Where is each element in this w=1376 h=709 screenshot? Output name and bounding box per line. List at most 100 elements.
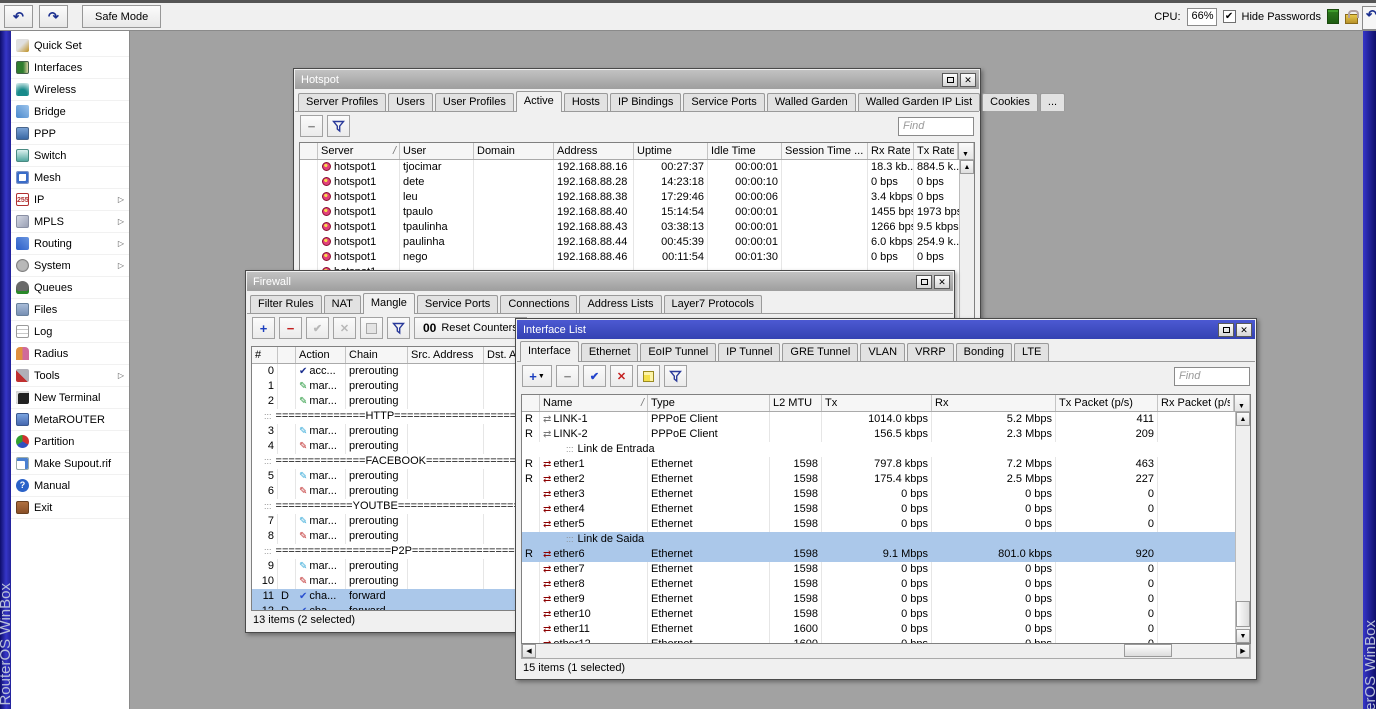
safe-mode-button[interactable]: Safe Mode bbox=[82, 5, 161, 28]
table-row[interactable]: ⇄ether9Ethernet15980 bps0 bps0 bbox=[522, 592, 1250, 607]
column-header-l2mtu[interactable]: L2 MTU bbox=[770, 395, 822, 411]
sidebar-item-ip[interactable]: 255IP▷ bbox=[11, 189, 129, 211]
comment-button[interactable] bbox=[637, 365, 660, 387]
table-row[interactable]: hotspot1leu192.168.88.3817:29:4600:00:06… bbox=[300, 190, 974, 205]
sidebar-item-tools[interactable]: Tools▷ bbox=[11, 365, 129, 387]
table-row[interactable]: R⇄LINK-1PPPoE Client1014.0 kbps5.2 Mbps4… bbox=[522, 412, 1250, 427]
table-row[interactable]: R⇄ether1Ethernet1598797.8 kbps7.2 Mbps46… bbox=[522, 457, 1250, 472]
column-header-flag[interactable] bbox=[522, 395, 540, 411]
sidebar-item-ppp[interactable]: PPP bbox=[11, 123, 129, 145]
close-button[interactable]: ✕ bbox=[1236, 323, 1252, 337]
column-header-server[interactable]: Server/ bbox=[318, 143, 400, 159]
table-row[interactable]: R⇄ether2Ethernet1598175.4 kbps2.5 Mbps22… bbox=[522, 472, 1250, 487]
table-row[interactable]: hotspot1paulinha192.168.88.4400:45:3900:… bbox=[300, 235, 974, 250]
disable-button[interactable]: ✕ bbox=[333, 317, 356, 339]
column-header-src[interactable]: Src. Address bbox=[408, 347, 484, 363]
tab-address-lists[interactable]: Address Lists bbox=[579, 295, 661, 313]
hide-passwords-checkbox[interactable]: ✔ bbox=[1223, 10, 1236, 23]
find-input[interactable] bbox=[1174, 367, 1250, 386]
comment-row[interactable]: :::Link de Saida bbox=[522, 532, 1250, 547]
remove-button[interactable]: − bbox=[300, 115, 323, 137]
interface-list-titlebar[interactable]: Interface List ✕ bbox=[517, 320, 1255, 339]
column-header-action[interactable]: Action bbox=[296, 347, 346, 363]
sidebar-item-exit[interactable]: Exit bbox=[11, 497, 129, 519]
tab-interface[interactable]: Interface bbox=[520, 341, 579, 362]
undo-button[interactable]: ↶ bbox=[4, 5, 33, 28]
table-row[interactable]: ⇄ether8Ethernet15980 bps0 bps0 bbox=[522, 577, 1250, 592]
tab-blank[interactable]: ... bbox=[1040, 93, 1065, 111]
column-header-tx-rate[interactable]: Tx Rate bbox=[914, 143, 958, 159]
tab-lte[interactable]: LTE bbox=[1014, 343, 1049, 361]
disable-button[interactable]: ✕ bbox=[610, 365, 633, 387]
scrollbar-thumb[interactable] bbox=[1124, 644, 1172, 657]
column-header-address[interactable]: Address bbox=[554, 143, 634, 159]
sidebar-item-queues[interactable]: Queues bbox=[11, 277, 129, 299]
column-select-button[interactable]: ▼ bbox=[1234, 395, 1250, 411]
redo-button[interactable]: ↷ bbox=[39, 5, 68, 28]
column-header-name[interactable]: Name/ bbox=[540, 395, 648, 411]
find-input[interactable] bbox=[898, 117, 974, 136]
column-header-rx[interactable]: Rx bbox=[932, 395, 1056, 411]
firewall-titlebar[interactable]: Firewall ✕ bbox=[247, 272, 953, 291]
scroll-right-button[interactable]: ▶ bbox=[1236, 644, 1250, 658]
table-row[interactable]: ⇄ether12Ethernet16000 bps0 bps0 bbox=[522, 637, 1250, 644]
tab-service-ports[interactable]: Service Ports bbox=[417, 295, 498, 313]
remove-button[interactable]: − bbox=[279, 317, 302, 339]
column-header-tx[interactable]: Tx bbox=[822, 395, 932, 411]
table-row[interactable]: R⇄ether6Ethernet15989.1 Mbps801.0 kbps92… bbox=[522, 547, 1250, 562]
sidebar-item-routing[interactable]: Routing▷ bbox=[11, 233, 129, 255]
sidebar-item-files[interactable]: Files bbox=[11, 299, 129, 321]
tab-user-profiles[interactable]: User Profiles bbox=[435, 93, 514, 111]
tab-eoip-tunnel[interactable]: EoIP Tunnel bbox=[640, 343, 716, 361]
sidebar-item-make-supout-rif[interactable]: Make Supout.rif bbox=[11, 453, 129, 475]
column-header-txp[interactable]: Tx Packet (p/s) bbox=[1056, 395, 1158, 411]
sidebar-item-manual[interactable]: ?Manual bbox=[11, 475, 129, 497]
remove-button[interactable]: − bbox=[556, 365, 579, 387]
enable-button[interactable]: ✔ bbox=[306, 317, 329, 339]
close-button[interactable]: ✕ bbox=[934, 275, 950, 289]
sidebar-item-log[interactable]: Log bbox=[11, 321, 129, 343]
comment-row[interactable]: :::Link de Entrada bbox=[522, 442, 1250, 457]
column-header-session-time[interactable]: Session Time ... bbox=[782, 143, 868, 159]
tab-connections[interactable]: Connections bbox=[500, 295, 577, 313]
sidebar-item-mpls[interactable]: MPLS▷ bbox=[11, 211, 129, 233]
hotspot-titlebar[interactable]: Hotspot ✕ bbox=[295, 70, 979, 89]
enable-button[interactable]: ✔ bbox=[583, 365, 606, 387]
tab-ip-tunnel[interactable]: IP Tunnel bbox=[718, 343, 780, 361]
scrollbar-thumb[interactable] bbox=[1236, 601, 1250, 627]
column-header-uptime[interactable]: Uptime bbox=[634, 143, 708, 159]
sidebar-item-radius[interactable]: Radius bbox=[11, 343, 129, 365]
tab-walled-garden[interactable]: Walled Garden bbox=[767, 93, 856, 111]
table-row[interactable]: ⇄ether4Ethernet15980 bps0 bps0 bbox=[522, 502, 1250, 517]
scroll-up-button[interactable]: ▲ bbox=[960, 160, 974, 174]
tab-bonding[interactable]: Bonding bbox=[956, 343, 1012, 361]
sidebar-item-system[interactable]: System▷ bbox=[11, 255, 129, 277]
tab-active[interactable]: Active bbox=[516, 91, 562, 112]
scroll-down-button[interactable]: ▼ bbox=[1236, 629, 1250, 643]
horizontal-scrollbar[interactable]: ◀ ▶ bbox=[521, 644, 1251, 659]
filter-button[interactable] bbox=[664, 365, 687, 387]
table-row[interactable]: ⇄ether3Ethernet15980 bps0 bps0 bbox=[522, 487, 1250, 502]
tab-users[interactable]: Users bbox=[388, 93, 433, 111]
column-header-user[interactable]: User bbox=[400, 143, 474, 159]
tab-ethernet[interactable]: Ethernet bbox=[581, 343, 639, 361]
filter-button[interactable] bbox=[387, 317, 410, 339]
table-row[interactable]: hotspot1nego192.168.88.4600:11:5400:01:3… bbox=[300, 250, 974, 265]
tab-ip-bindings[interactable]: IP Bindings bbox=[610, 93, 681, 111]
sidebar-item-quick-set[interactable]: Quick Set bbox=[11, 35, 129, 57]
column-header-chain[interactable]: Chain bbox=[346, 347, 408, 363]
filter-button[interactable] bbox=[327, 115, 350, 137]
scroll-left-button[interactable]: ◀ bbox=[522, 644, 536, 658]
table-row[interactable]: R⇄LINK-2PPPoE Client156.5 kbps2.3 Mbps20… bbox=[522, 427, 1250, 442]
table-row[interactable]: ⇄ether11Ethernet16000 bps0 bps0 bbox=[522, 622, 1250, 637]
table-row[interactable]: ⇄ether10Ethernet15980 bps0 bps0 bbox=[522, 607, 1250, 622]
tab-vrrp[interactable]: VRRP bbox=[907, 343, 954, 361]
tab-cookies[interactable]: Cookies bbox=[982, 93, 1038, 111]
sidebar-item-wireless[interactable]: Wireless bbox=[11, 79, 129, 101]
vertical-scrollbar[interactable]: ▲ bbox=[959, 160, 974, 327]
column-header-idle-time[interactable]: Idle Time bbox=[708, 143, 782, 159]
maximize-button[interactable] bbox=[916, 275, 932, 289]
table-row[interactable]: ⇄ether7Ethernet15980 bps0 bps0 bbox=[522, 562, 1250, 577]
tab-walled-garden-ip-list[interactable]: Walled Garden IP List bbox=[858, 93, 980, 111]
sidebar-item-bridge[interactable]: Bridge bbox=[11, 101, 129, 123]
